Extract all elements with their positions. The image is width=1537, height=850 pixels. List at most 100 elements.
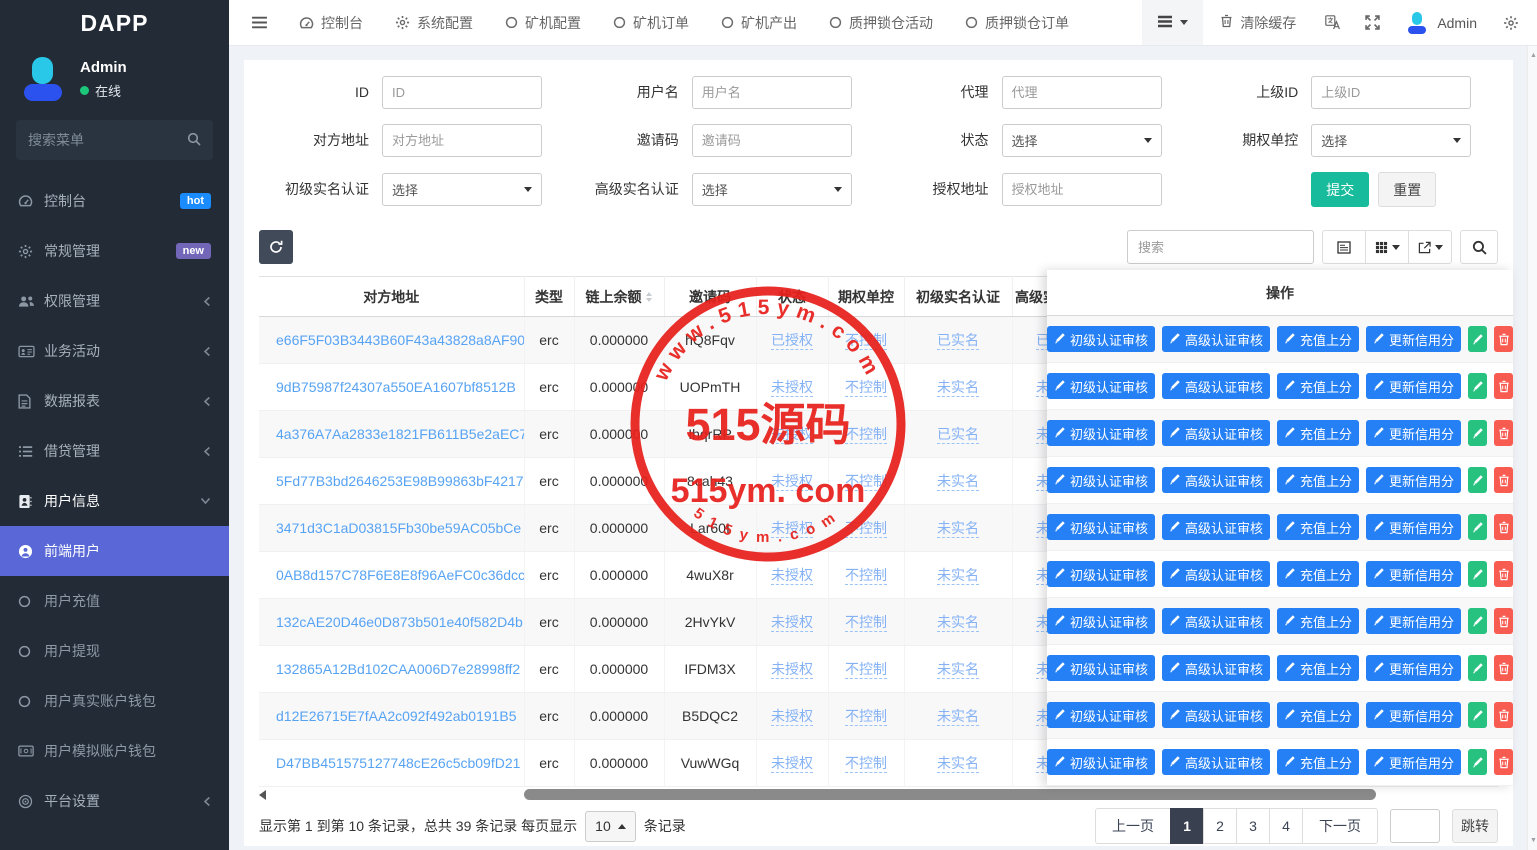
submit-button[interactable]: 提交 [1311,172,1369,207]
edit-button[interactable] [1468,749,1487,775]
edit-button[interactable] [1468,608,1487,634]
junior-verify-toggle[interactable]: 已实名 [937,332,979,350]
toggle-view-button[interactable] [1322,230,1366,264]
junior-audit-button[interactable]: 初级认证审核 [1047,702,1155,728]
table-search-input[interactable] [1127,230,1314,264]
export-button[interactable] [1408,230,1452,264]
credit-update-button[interactable]: 更新信用分 [1366,608,1461,634]
sidebar-item-user-withdraw[interactable]: 用户提现 [0,626,229,676]
topnav-item-pledge-order[interactable]: 质押锁仓订单 [949,0,1085,45]
tabs-menu-dropdown[interactable] [1142,0,1203,45]
recharge-button[interactable]: 充值上分 [1277,467,1359,493]
delete-button[interactable] [1494,608,1513,634]
credit-update-button[interactable]: 更新信用分 [1366,514,1461,540]
page-size-select[interactable]: 10 [585,811,636,842]
address-link[interactable]: 9dB75987f24307a550EA1607bf8512B [276,379,516,395]
sidebar-item-user-recharge[interactable]: 用户充值 [0,576,229,626]
credit-update-button[interactable]: 更新信用分 [1366,702,1461,728]
junior-verify-toggle[interactable]: 未实名 [937,614,979,632]
junior-verify-toggle[interactable]: 未实名 [937,567,979,585]
topnav-item-system-config[interactable]: 系统配置 [379,0,489,45]
topnav-item-pledge-activity[interactable]: 质押锁仓活动 [813,0,949,45]
column-header-2[interactable]: 链上余额 [574,277,664,317]
sidebar-search-input[interactable] [16,120,213,160]
recharge-button[interactable]: 充值上分 [1277,749,1359,775]
delete-button[interactable] [1494,749,1513,775]
sidebar-item-user-sim-wallet[interactable]: 用户模拟账户钱包 [0,726,229,776]
junior-audit-button[interactable]: 初级认证审核 [1047,373,1155,399]
jump-page-input[interactable] [1390,809,1440,843]
junior-audit-button[interactable]: 初级认证审核 [1047,467,1155,493]
address-link[interactable]: 3471d3C1aD03815Fb30be59AC05bCe [276,520,521,536]
delete-button[interactable] [1494,655,1513,681]
filter-input-parent-id[interactable] [1311,76,1471,109]
recharge-button[interactable]: 充值上分 [1277,420,1359,446]
option-control-toggle[interactable]: 不控制 [845,661,887,679]
scroll-up-icon[interactable]: ▲ [1530,52,1537,59]
sidebar-item-business[interactable]: 业务活动 [0,326,229,376]
filter-input-auth-address[interactable] [1002,173,1162,206]
senior-audit-button[interactable]: 高级认证审核 [1162,514,1270,540]
junior-verify-toggle[interactable]: 未实名 [937,661,979,679]
credit-update-button[interactable]: 更新信用分 [1366,326,1461,352]
option-control-toggle[interactable]: 不控制 [845,473,887,491]
senior-audit-button[interactable]: 高级认证审核 [1162,373,1270,399]
option-control-toggle[interactable]: 不控制 [845,567,887,585]
junior-audit-button[interactable]: 初级认证审核 [1047,561,1155,587]
senior-audit-button[interactable]: 高级认证审核 [1162,608,1270,634]
status-toggle[interactable]: 未授权 [771,708,813,726]
junior-audit-button[interactable]: 初级认证审核 [1047,655,1155,681]
option-control-toggle[interactable]: 不控制 [845,332,887,350]
address-link[interactable]: D47BB451575127748cE26c5cb09fD21 [276,755,520,771]
sidebar-item-platform[interactable]: 平台设置 [0,776,229,826]
columns-button[interactable] [1365,230,1409,264]
filter-input-invite-code[interactable] [692,124,852,157]
address-link[interactable]: 4a376A7Aa2833e1821FB611B5e2aEC7 [276,426,524,442]
junior-audit-button[interactable]: 初级认证审核 [1047,749,1155,775]
refresh-button[interactable] [259,230,293,264]
fullscreen-icon[interactable] [1353,15,1392,30]
delete-button[interactable] [1494,561,1513,587]
user-menu[interactable]: Admin [1392,12,1491,34]
recharge-button[interactable]: 充值上分 [1277,326,1359,352]
recharge-button[interactable]: 充值上分 [1277,373,1359,399]
filter-input-agent[interactable] [1002,76,1162,109]
status-toggle[interactable]: 已授权 [771,332,813,350]
page-button-4[interactable]: 4 [1269,808,1303,844]
recharge-button[interactable]: 充值上分 [1277,655,1359,681]
filter-input-address[interactable] [382,124,542,157]
option-control-toggle[interactable]: 不控制 [845,614,887,632]
sidebar-item-front-user[interactable]: 前端用户 [0,526,229,576]
senior-audit-button[interactable]: 高级认证审核 [1162,749,1270,775]
scroll-left-icon[interactable] [259,790,266,800]
credit-update-button[interactable]: 更新信用分 [1366,373,1461,399]
sidebar-item-general[interactable]: 常规管理new [0,226,229,276]
junior-verify-toggle[interactable]: 未实名 [937,755,979,773]
delete-button[interactable] [1494,373,1513,399]
filter-input-id[interactable] [382,76,542,109]
status-toggle[interactable]: 未授权 [771,379,813,397]
junior-verify-toggle[interactable]: 已实名 [937,426,979,444]
delete-button[interactable] [1494,326,1513,352]
recharge-button[interactable]: 充值上分 [1277,514,1359,540]
credit-update-button[interactable]: 更新信用分 [1366,561,1461,587]
senior-audit-button[interactable]: 高级认证审核 [1162,655,1270,681]
status-toggle[interactable]: 未授权 [771,614,813,632]
option-control-toggle[interactable]: 不控制 [845,379,887,397]
filter-select-status[interactable]: 选择 [1002,124,1162,157]
vertical-scrollbar[interactable]: ▲ ▼ [1527,46,1537,850]
junior-verify-toggle[interactable]: 未实名 [937,379,979,397]
address-link[interactable]: e66F5F03B3443B60F43a43828a8AF90 [276,332,524,348]
page-button-3[interactable]: 3 [1236,808,1270,844]
junior-verify-toggle[interactable]: 未实名 [937,520,979,538]
option-control-toggle[interactable]: 不控制 [845,755,887,773]
credit-update-button[interactable]: 更新信用分 [1366,749,1461,775]
address-link[interactable]: 132865A12Bd102CAA006D7e28998ff2 [276,661,520,677]
junior-verify-toggle[interactable]: 未实名 [937,708,979,726]
delete-button[interactable] [1494,467,1513,493]
credit-update-button[interactable]: 更新信用分 [1366,420,1461,446]
junior-audit-button[interactable]: 初级认证审核 [1047,608,1155,634]
address-link[interactable]: 132cAE20D46e0D873b501e40f582D4b [276,614,523,630]
credit-update-button[interactable]: 更新信用分 [1366,655,1461,681]
delete-button[interactable] [1494,420,1513,446]
